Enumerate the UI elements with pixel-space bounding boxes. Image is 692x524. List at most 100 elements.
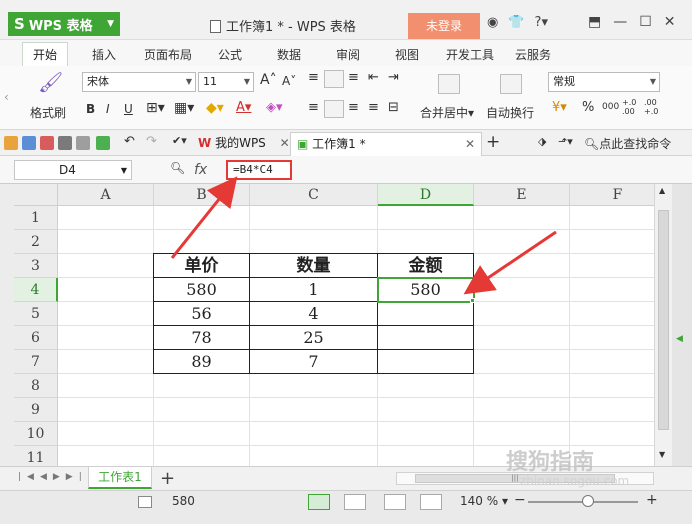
col-header-c[interactable]: C <box>250 184 378 206</box>
macro-record-icon[interactable] <box>138 496 152 508</box>
spellcheck-icon[interactable] <box>96 136 110 150</box>
row-header-6[interactable]: 6 <box>14 326 58 350</box>
scroll-up-icon[interactable]: ▲ <box>659 186 665 195</box>
cell-b4[interactable]: 580 <box>154 278 249 302</box>
table-header-unit-price[interactable]: 单价 <box>154 254 249 278</box>
align-middle-icon[interactable] <box>324 70 344 88</box>
vertical-scroll-thumb[interactable] <box>658 210 669 430</box>
percent-button[interactable]: % <box>582 100 594 115</box>
cell-d6[interactable] <box>378 326 473 350</box>
sheet-nav-icons[interactable]: |◀◀▶▶| <box>18 472 88 482</box>
tab-developer[interactable]: 开发工具 <box>446 46 494 63</box>
page-break-view-button[interactable] <box>384 494 406 510</box>
vertical-scrollbar[interactable]: ▲ ▼ <box>654 184 672 466</box>
underline-button[interactable]: U <box>124 102 133 116</box>
row-header-4[interactable]: 4 <box>14 278 58 302</box>
currency-icon[interactable]: ¥▾ <box>552 100 567 115</box>
fill-color-icon[interactable]: ◆▾ <box>206 100 224 116</box>
align-bottom-icon[interactable]: ≡ <box>348 70 359 85</box>
undo-icon[interactable]: ↶ <box>124 134 135 149</box>
wrap-text-button[interactable]: 自动换行 <box>486 104 534 121</box>
row-header-8[interactable]: 8 <box>14 374 58 398</box>
row-header-10[interactable]: 10 <box>14 422 58 446</box>
fx-button[interactable]: fx <box>194 162 207 178</box>
row-header-3[interactable]: 3 <box>14 254 58 278</box>
align-top-icon[interactable]: ≡ <box>308 70 319 85</box>
save-icon[interactable] <box>22 136 36 150</box>
new-tab-icon[interactable]: + <box>486 132 500 152</box>
table-header-quantity[interactable]: 数量 <box>250 254 377 278</box>
clear-format-icon[interactable]: ◈▾ <box>266 100 283 115</box>
cell-c5[interactable]: 4 <box>250 302 377 326</box>
tab-insert[interactable]: 插入 <box>92 46 116 63</box>
share-icon[interactable]: ⬏▾ <box>558 135 573 148</box>
open-folder-icon[interactable] <box>4 136 18 150</box>
search-command[interactable]: 🔍︎点此查找命令 <box>584 135 671 152</box>
col-header-d[interactable]: D <box>378 184 474 206</box>
align-right-icon[interactable]: ≡ <box>348 100 359 115</box>
cell-d5[interactable] <box>378 302 473 326</box>
zoom-out-icon[interactable]: − <box>514 492 526 508</box>
print-preview-icon[interactable] <box>76 136 90 150</box>
merge-center-button[interactable]: 合并居中▾ <box>420 104 474 121</box>
redo-icon[interactable]: ↷ <box>146 134 157 149</box>
row-header-2[interactable]: 2 <box>14 230 58 254</box>
tab-home[interactable]: 开始 <box>22 42 69 69</box>
row-header-11[interactable]: 11 <box>14 446 58 466</box>
bold-button[interactable]: B <box>86 102 95 116</box>
outdent-icon[interactable]: ⇤ <box>368 70 379 85</box>
cell-d7[interactable] <box>378 350 473 374</box>
select-all-corner[interactable] <box>14 184 58 206</box>
maximize-icon[interactable]: ☐ <box>639 14 652 30</box>
zoom-in-icon[interactable]: + <box>646 492 658 508</box>
align-left-icon[interactable]: ≡ <box>308 100 319 115</box>
row-header-9[interactable]: 9 <box>14 398 58 422</box>
export-pdf-icon[interactable] <box>40 136 54 150</box>
cell-c4[interactable]: 1 <box>250 278 377 302</box>
close-tab-icon[interactable]: ✕ <box>280 136 290 150</box>
tab-view[interactable]: 视图 <box>395 46 419 63</box>
font-name-select[interactable]: 宋体 ▼ <box>82 72 196 92</box>
increase-decimal-button[interactable]: +.0 .00 <box>622 98 644 116</box>
zoom-slider-knob[interactable] <box>582 495 594 507</box>
table-header-amount[interactable]: 金额 <box>378 254 473 278</box>
borders-icon[interactable]: ⊞▾ <box>146 100 165 116</box>
font-color-icon[interactable]: A▾ <box>236 100 251 115</box>
zoom-formula-icon[interactable]: 🔍︎ <box>170 161 185 175</box>
reading-view-button[interactable] <box>420 494 442 510</box>
normal-view-button[interactable] <box>308 494 330 510</box>
chevron-left-icon[interactable]: ◀ <box>676 334 683 344</box>
italic-button[interactable]: I <box>106 102 110 116</box>
row-header-1[interactable]: 1 <box>14 206 58 230</box>
col-header-e[interactable]: E <box>474 184 570 206</box>
formula-input[interactable]: =B4*C4 <box>226 160 292 180</box>
print-icon[interactable] <box>58 136 72 150</box>
cell-c6[interactable]: 25 <box>250 326 377 350</box>
decrease-font-icon[interactable]: A˅ <box>282 74 296 88</box>
name-box[interactable]: D4 ▼ <box>14 160 132 180</box>
merge-center-icon[interactable] <box>438 74 460 94</box>
format-painter-button[interactable]: 格式刷 <box>30 104 66 121</box>
shirt-icon[interactable]: 👕 <box>508 15 524 30</box>
tab-my-wps[interactable]: W 我的WPS ✕ <box>192 132 296 156</box>
cell-c7[interactable]: 7 <box>250 350 377 374</box>
distribute-icon[interactable]: ⊟ <box>388 100 399 115</box>
cell-b6[interactable]: 78 <box>154 326 249 350</box>
tab-data[interactable]: 数据 <box>277 46 301 63</box>
justify-icon[interactable]: ≡ <box>368 100 379 115</box>
page-layout-view-button[interactable] <box>344 494 366 510</box>
font-size-select[interactable]: 11 ▼ <box>198 72 254 92</box>
cell-b7[interactable]: 89 <box>154 350 249 374</box>
minimize-icon[interactable]: — <box>613 14 627 30</box>
comma-button[interactable]: 000 <box>602 102 619 112</box>
col-header-b[interactable]: B <box>154 184 250 206</box>
decrease-decimal-button[interactable]: .00 +.0 <box>644 98 666 116</box>
customize-qa-icon[interactable]: ✔▾ <box>172 134 187 147</box>
scroll-down-icon[interactable]: ▼ <box>659 450 665 459</box>
close-icon[interactable]: ✕ <box>664 14 676 30</box>
tab-page-layout[interactable]: 页面布局 <box>144 46 192 63</box>
cell-style-icon[interactable]: ▦▾ <box>174 100 194 116</box>
indent-icon[interactable]: ⇥ <box>388 70 399 85</box>
increase-font-icon[interactable]: A˄ <box>260 72 277 88</box>
tab-workbook[interactable]: ▣ 工作簿1 * ✕ <box>290 132 482 156</box>
